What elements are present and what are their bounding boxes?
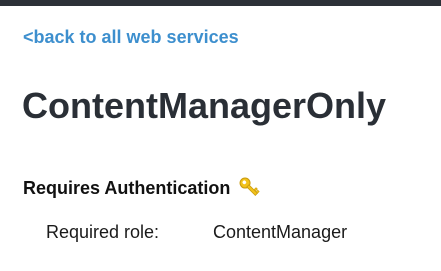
auth-heading-text: Requires Authentication bbox=[23, 177, 231, 198]
top-bar bbox=[0, 0, 441, 6]
back-to-web-services-link[interactable]: <back to all web services bbox=[23, 27, 239, 48]
auth-heading: Requires Authentication bbox=[23, 175, 263, 201]
page-title: ContentManagerOnly bbox=[22, 85, 387, 126]
required-role-label: Required role: bbox=[46, 222, 160, 242]
required-role-value: ContentManager bbox=[213, 222, 348, 242]
key-icon bbox=[237, 175, 263, 201]
